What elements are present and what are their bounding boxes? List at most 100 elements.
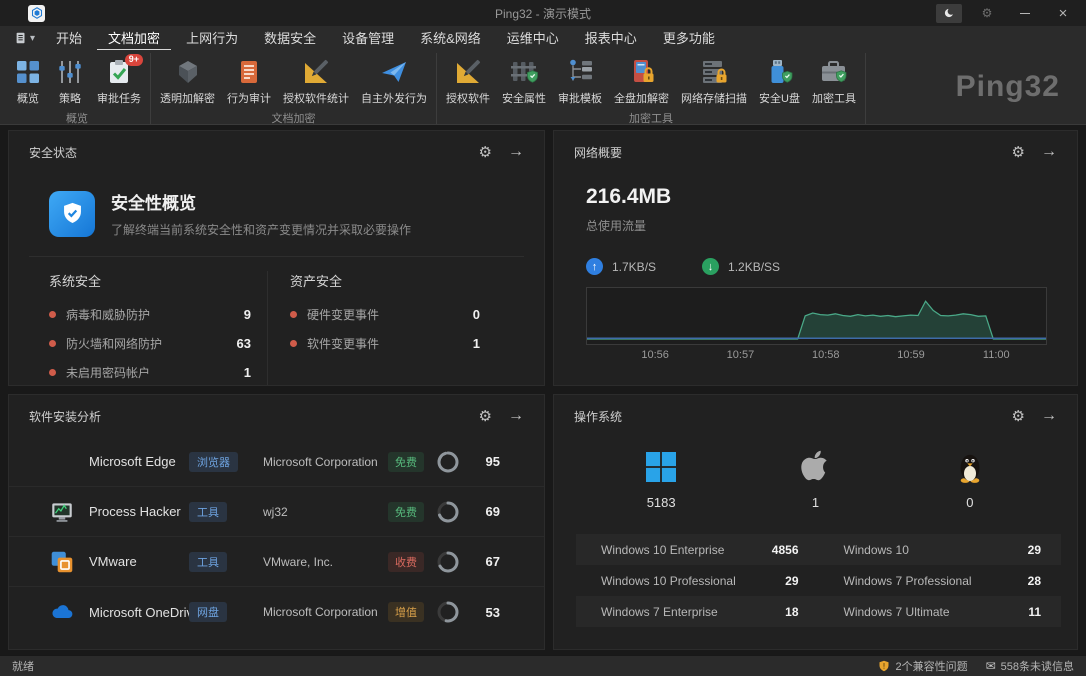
software-row[interactable]: VMware 工具 VMware, Inc. 收费 67 (9, 537, 544, 587)
ribbon-group-label: 概览 (7, 108, 147, 131)
software-row[interactable]: Process Hacker 工具 wj32 免费 69 (9, 487, 544, 537)
status-ready-text: 就绪 (12, 658, 34, 674)
list-item[interactable]: 软件变更事件 1 (290, 329, 480, 358)
x-tick: 11:00 (983, 349, 1010, 361)
x-tick: 10:59 (897, 349, 925, 361)
menubar: ▾ 开始 文档加密 上网行为 数据安全 设备管理 系统&网络 运维中心 报表中心… (0, 26, 1086, 50)
ribbon-approval-tasks[interactable]: 9+ 审批任务 (91, 53, 147, 108)
gear-icon[interactable]: ⚙ (1012, 407, 1025, 425)
ribbon-group-label: 文档加密 (154, 108, 433, 131)
ribbon-authorized-software-stats[interactable]: 授权软件统计 (277, 53, 355, 108)
menu-tab-ops-center[interactable]: 运维中心 (496, 25, 570, 51)
server-lock-icon (699, 57, 729, 87)
list-item[interactable]: 防火墙和网络防护 63 (49, 329, 251, 358)
ribbon-outgoing-behavior[interactable]: 自主外发行为 (355, 53, 433, 108)
arrow-right-icon[interactable]: → (508, 143, 524, 161)
app-name: Microsoft Edge (89, 454, 189, 469)
category-badge: 网盘 (189, 602, 227, 622)
minimize-button[interactable] (1012, 4, 1038, 23)
app-name: Microsoft OneDrive (89, 605, 189, 620)
arrow-right-icon[interactable]: → (508, 407, 524, 425)
score-ring (436, 500, 460, 524)
app-window: Ping32 - 演示模式 ⚙ × ▾ 开始 文档加密 上网行为 数据安全 设备… (0, 0, 1086, 676)
menu-tab-home[interactable]: 开始 (45, 25, 93, 51)
gear-icon[interactable]: ⚙ (1012, 143, 1025, 161)
menu-tab-doc-encryption[interactable]: 文档加密 (97, 25, 171, 51)
ribbon-encryption-tools[interactable]: 加密工具 (806, 53, 862, 108)
table-row[interactable]: Windows 10 Professional29 Windows 7 Prof… (576, 565, 1061, 596)
software-row[interactable]: Microsoft Edge 浏览器 Microsoft Corporation… (9, 437, 544, 487)
ribbon-behavior-audit[interactable]: 行为审计 (221, 53, 277, 108)
menu-tab-data-security[interactable]: 数据安全 (253, 25, 327, 51)
titlebar-settings-gear-icon[interactable]: ⚙ (974, 4, 1000, 23)
table-row[interactable]: Windows 10 Enterprise4856 Windows 1029 (576, 534, 1061, 565)
ribbon-security-attributes[interactable]: 安全属性 (496, 53, 552, 108)
onedrive-icon (49, 599, 75, 625)
gear-icon[interactable]: ⚙ (479, 407, 492, 425)
score-value: 67 (476, 554, 500, 569)
ribbon-approval-templates[interactable]: 审批模板 (552, 53, 608, 108)
unread-messages[interactable]: ✉ 558条未读信息 (986, 658, 1074, 674)
price-badge: 免费 (388, 452, 424, 472)
app-name: VMware (89, 554, 189, 569)
document-menu-icon (14, 31, 28, 45)
category-badge: 工具 (189, 552, 227, 572)
window-controls: ⚙ × (936, 4, 1076, 23)
upload-speed: ↑ 1.7KB/S (586, 258, 656, 275)
menu-tab-web-behavior[interactable]: 上网行为 (175, 25, 249, 51)
score-value: 53 (476, 605, 500, 620)
category-badge: 工具 (189, 502, 227, 522)
security-overview-hero: 安全性概览 了解终端当前系统安全性和资产变更情况并采取必要操作 (9, 161, 544, 238)
dashboard: 安全状态 ⚙ → 安全性概览 了解终端当前系统安全性和资产变更情况并采取必要操作 (0, 125, 1086, 655)
score-value: 95 (476, 454, 500, 469)
ribbon-authorized-software[interactable]: 授权软件 (440, 53, 496, 108)
menu-tab-more[interactable]: 更多功能 (652, 25, 726, 51)
brand-watermark: Ping32 (956, 70, 1060, 104)
audit-document-icon (234, 57, 264, 87)
category-badge: 浏览器 (189, 452, 238, 472)
close-button[interactable]: × (1050, 4, 1076, 23)
app-logo-icon (28, 5, 45, 22)
total-traffic-value: 216.4MB (586, 185, 1077, 209)
ribbon-transparent-encryption[interactable]: 透明加解密 (154, 53, 221, 108)
caret-down-icon: ▾ (30, 33, 35, 44)
compatibility-warning[interactable]: 2个兼容性问题 (878, 658, 967, 674)
policy-sliders-icon (55, 57, 85, 87)
software-row[interactable]: Microsoft OneDrive 网盘 Microsoft Corporat… (9, 587, 544, 637)
alert-dot-icon (49, 311, 56, 318)
ribbon-group-encryption-tools: 授权软件 安全属性 审批模板 (437, 53, 866, 124)
dark-mode-moon-icon[interactable] (936, 4, 962, 23)
shield-check-icon (49, 191, 95, 237)
download-arrow-icon: ↓ (702, 258, 719, 275)
menu-tab-report-center[interactable]: 报表中心 (574, 25, 648, 51)
os-count: 0 (966, 495, 973, 510)
os-count: 5183 (647, 495, 676, 510)
gear-icon[interactable]: ⚙ (479, 143, 492, 161)
traffic-area (587, 301, 1046, 339)
ribbon-full-disk-encryption[interactable]: 全盘加解密 (608, 53, 675, 108)
ruler-pencil-icon (301, 57, 331, 87)
ribbon-overview[interactable]: 概览 (7, 53, 49, 108)
total-traffic-label: 总使用流量 (586, 217, 1077, 234)
panel-security-status: 安全状态 ⚙ → 安全性概览 了解终端当前系统安全性和资产变更情况并采取必要操作 (8, 130, 545, 386)
list-item[interactable]: 硬件变更事件 0 (290, 300, 480, 329)
menu-tab-system-network[interactable]: 系统&网络 (409, 25, 492, 51)
ribbon-network-storage-scan[interactable]: 网络存储扫描 (675, 53, 753, 108)
ribbon-policy[interactable]: 策略 (49, 53, 91, 108)
ribbon-group-doc-encryption: 透明加解密 行为审计 授权软件统计 (151, 53, 437, 124)
arrow-right-icon[interactable]: → (1041, 407, 1057, 425)
arrow-right-icon[interactable]: → (1041, 143, 1057, 161)
table-row[interactable]: Windows 7 Enterprise18 Windows 7 Ultimat… (576, 596, 1061, 627)
ribbon-secure-usb[interactable]: 安全U盘 (753, 53, 806, 108)
upload-arrow-icon: ↑ (586, 258, 603, 275)
overview-grid-icon (13, 57, 43, 87)
os-summary-linux: 0 (893, 449, 1047, 510)
alert-dot-icon (290, 340, 297, 347)
menu-tab-device-mgmt[interactable]: 设备管理 (331, 25, 405, 51)
list-item[interactable]: 病毒和威胁防护 9 (49, 300, 251, 329)
list-item[interactable]: 未启用密码帐户 1 (49, 358, 251, 386)
traffic-chart[interactable] (586, 287, 1047, 345)
score-value: 69 (476, 504, 500, 519)
panel-network-overview: 网络概要 ⚙ → 216.4MB 总使用流量 ↑ 1.7KB/S ↓ 1.2KB… (553, 130, 1078, 386)
file-menu-button[interactable]: ▾ (6, 31, 43, 45)
